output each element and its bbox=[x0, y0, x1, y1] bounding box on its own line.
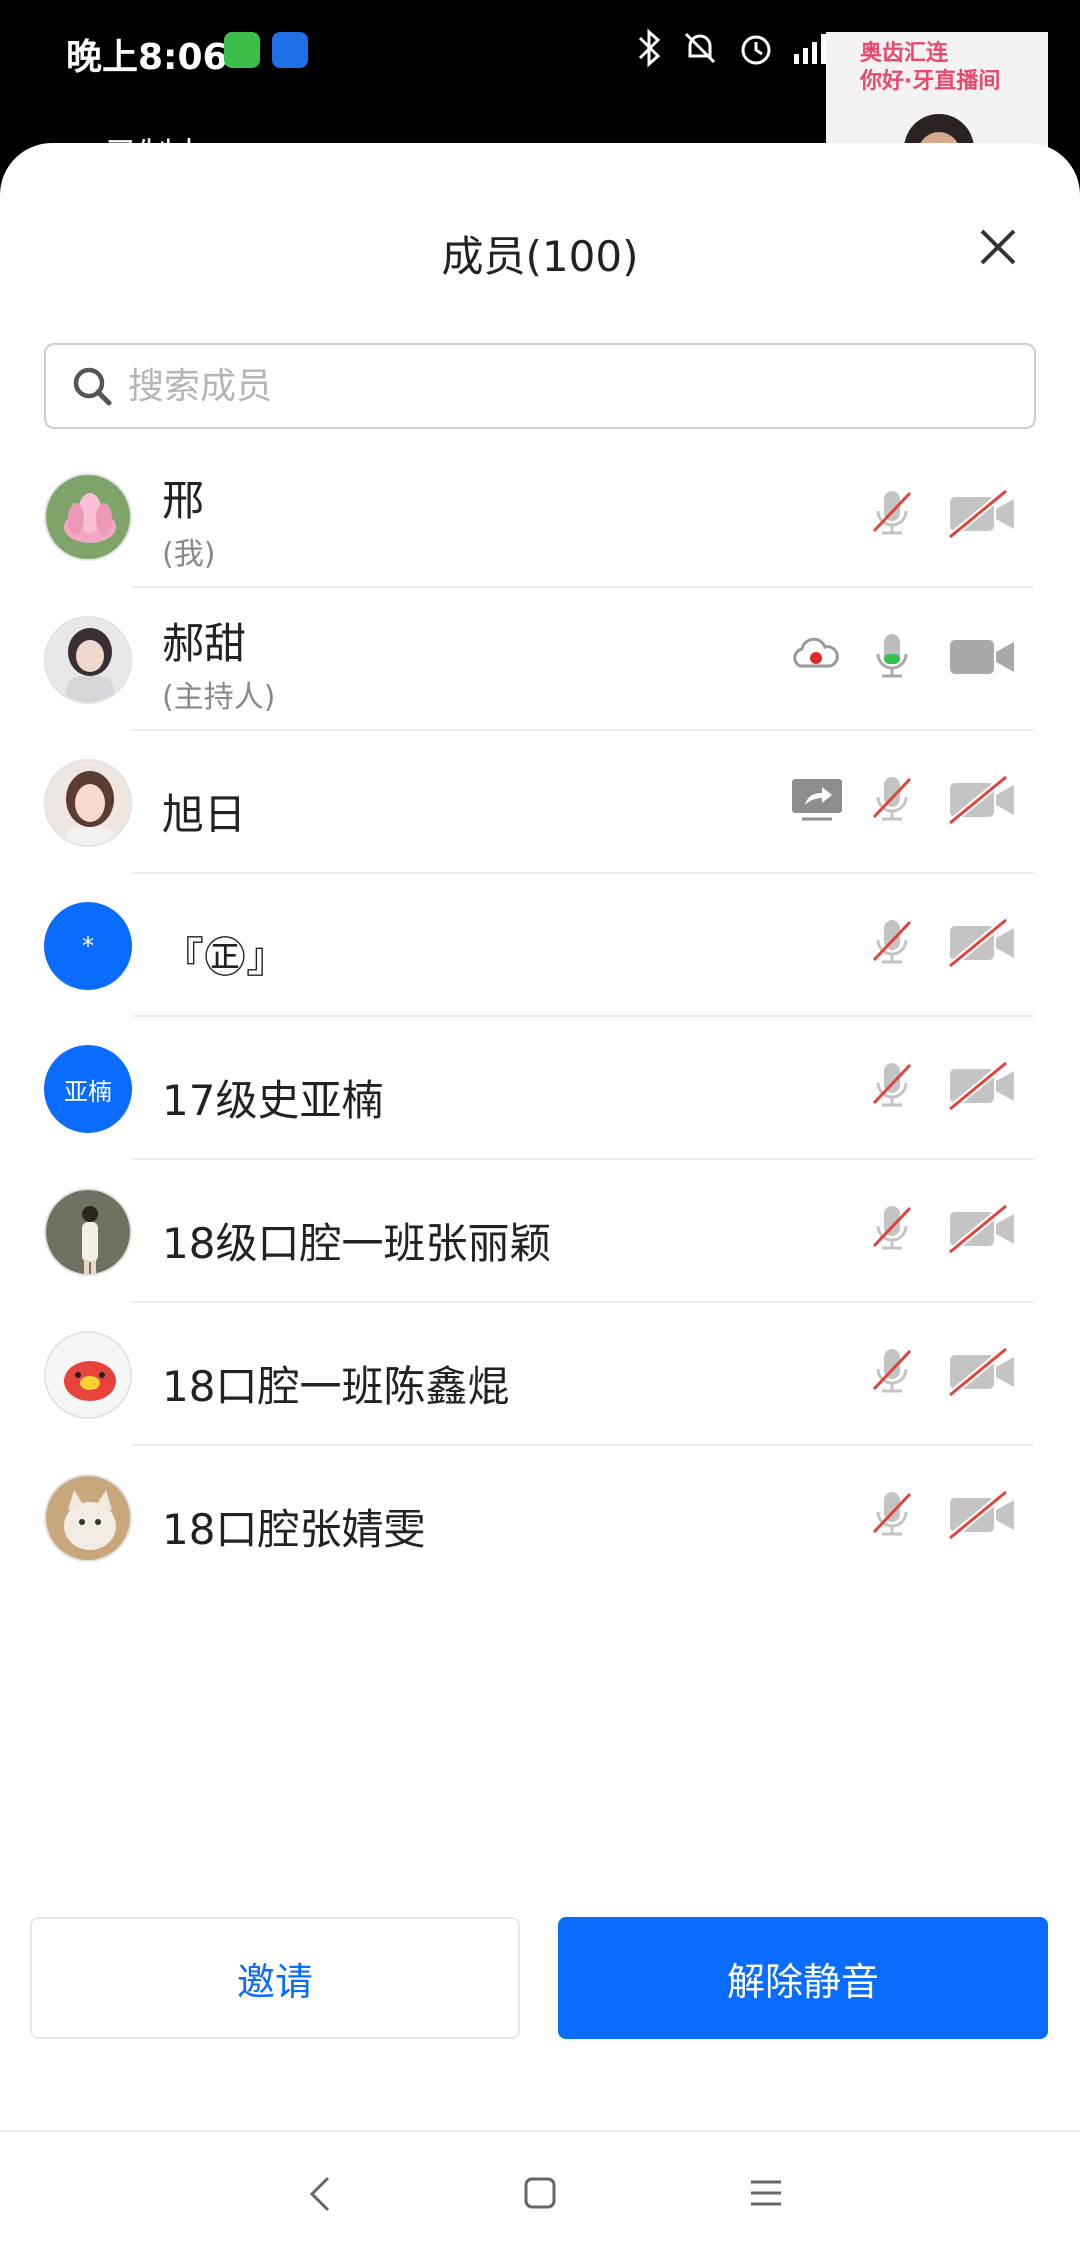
status-time: 晚上8:06 bbox=[66, 37, 228, 78]
page-title: 成员(100) bbox=[441, 232, 639, 281]
member-row[interactable]: 18级口腔一班张丽颖 bbox=[0, 1160, 1080, 1303]
member-row[interactable]: 亚楠 17级史亚楠 bbox=[0, 1017, 1080, 1160]
avatar-initials: 亚楠 bbox=[44, 1045, 132, 1133]
member-role: (主持人) bbox=[162, 680, 276, 715]
member-name: 『㊣』 bbox=[162, 933, 289, 982]
camera-off-icon[interactable] bbox=[947, 773, 1016, 829]
video-thumbnail[interactable]: 奥齿汇连 你好·牙直播间 bbox=[826, 32, 1048, 152]
search-box[interactable] bbox=[44, 343, 1036, 429]
member-role: (我) bbox=[162, 537, 216, 572]
member-name: 旭日 bbox=[162, 790, 247, 839]
thumbnail-logo-line2: 你好·牙直播间 bbox=[860, 69, 1001, 94]
mic-on-icon[interactable] bbox=[870, 630, 914, 686]
camera-off-icon[interactable] bbox=[947, 1059, 1016, 1115]
thumbnail-logo-text: 奥齿汇连 你好·牙直播间 bbox=[860, 40, 1000, 96]
member-name: 17级史亚楠 bbox=[162, 1076, 384, 1125]
members-sheet: 成员(100) 邢 (我) 郝甜 (主持人) 旭日 * 『㊣』亚楠 17级史亚楠 18级口腔一班… bbox=[0, 143, 1080, 2260]
cloud-recording-icon bbox=[790, 630, 840, 686]
invite-button[interactable]: 邀请 bbox=[30, 1917, 520, 2039]
avatar bbox=[44, 1474, 132, 1562]
member-name: 18口腔一班陈鑫焜 bbox=[162, 1362, 510, 1411]
camera-off-icon[interactable] bbox=[947, 916, 1016, 972]
camera-off-icon[interactable] bbox=[947, 1345, 1016, 1401]
member-row[interactable]: 18口腔一班陈鑫焜 bbox=[0, 1303, 1080, 1446]
search-input[interactable] bbox=[128, 365, 928, 407]
mic-muted-icon[interactable] bbox=[870, 1059, 914, 1115]
menu-icon[interactable] bbox=[748, 2172, 784, 2216]
alarm-icon bbox=[741, 35, 771, 65]
meeting-app-icon bbox=[272, 32, 308, 68]
member-name: 郝甜 bbox=[162, 619, 247, 668]
camera-on-icon[interactable] bbox=[948, 630, 1016, 686]
member-row[interactable]: 18口腔张婧雯 bbox=[0, 1446, 1080, 1573]
nav-bar bbox=[0, 2130, 1080, 2260]
camera-off-icon[interactable] bbox=[947, 487, 1016, 543]
member-row[interactable]: 旭日 bbox=[0, 731, 1080, 874]
avatar bbox=[44, 1188, 132, 1276]
avatar bbox=[44, 616, 132, 704]
mic-muted-icon[interactable] bbox=[870, 773, 914, 829]
mic-muted-icon[interactable] bbox=[870, 1345, 914, 1401]
camera-off-icon[interactable] bbox=[947, 1202, 1016, 1258]
thumbnail-logo-line1: 奥齿汇连 bbox=[860, 41, 949, 66]
screen-share-icon bbox=[790, 773, 844, 829]
member-name: 18级口腔一班张丽颖 bbox=[162, 1219, 552, 1268]
member-list[interactable]: 邢 (我) 郝甜 (主持人) 旭日 * 『㊣』亚楠 17级史亚楠 18级口腔一班张丽颖 18口腔一… bbox=[0, 445, 1080, 1573]
mic-muted-icon[interactable] bbox=[870, 1202, 914, 1258]
app-notification-icon bbox=[224, 32, 260, 68]
system-icons bbox=[636, 28, 832, 68]
home-icon[interactable] bbox=[522, 2172, 558, 2216]
back-icon[interactable] bbox=[302, 2172, 338, 2216]
mute-bell-icon bbox=[684, 32, 716, 64]
mic-muted-icon[interactable] bbox=[870, 1488, 914, 1544]
avatar-initials: * bbox=[44, 902, 132, 990]
search-icon bbox=[73, 367, 112, 406]
mic-muted-icon[interactable] bbox=[870, 916, 914, 972]
unmute-button[interactable]: 解除静音 bbox=[558, 1917, 1048, 2039]
member-row[interactable]: 邢 (我) bbox=[0, 445, 1080, 588]
close-icon[interactable] bbox=[974, 223, 1022, 271]
avatar bbox=[44, 759, 132, 847]
mic-muted-icon[interactable] bbox=[870, 487, 914, 543]
member-name: 18口腔张婧雯 bbox=[162, 1505, 426, 1554]
avatar bbox=[44, 1331, 132, 1419]
avatar bbox=[44, 473, 132, 561]
member-name: 邢 bbox=[162, 476, 205, 525]
member-row[interactable]: * 『㊣』 bbox=[0, 874, 1080, 1017]
member-row[interactable]: 郝甜 (主持人) bbox=[0, 588, 1080, 731]
camera-off-icon[interactable] bbox=[947, 1488, 1016, 1544]
bluetooth-icon bbox=[638, 28, 661, 68]
